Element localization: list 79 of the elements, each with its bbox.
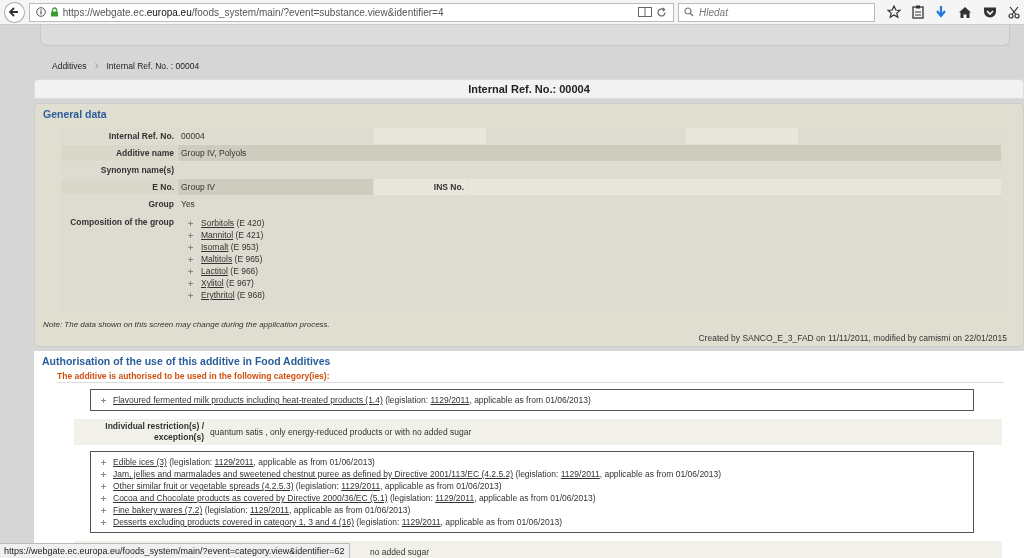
additive-link[interactable]: Sorbitols [201,218,235,228]
bullet-icon [188,244,193,250]
breadcrumb-link[interactable]: Additives [52,61,87,71]
category-link[interactable]: Other similar fruit or vegetable spreads (4.2.5.3) [113,481,294,491]
bullet-icon [188,268,193,274]
breadcrumb-current: Internal Ref. No. : 00004 [106,61,200,71]
category-item: Cocoa and Chocolate products as covered by Directive 2000/36/EC (5.1) (legislation: 1129/2011, applicable as from 01/06/2013) [113,493,596,503]
category-link[interactable]: Flavoured fermented milk products including heat-treated products (1.4) [113,395,383,405]
home-icon[interactable] [958,5,972,19]
category-link[interactable]: Jam, jellies and marmalades and sweetened chestnut puree as defined by Directive 2001/113/EC (4.2.5.2) [113,469,514,479]
category-link[interactable]: Desserts excluding products covered in category 1, 3 and 4 (16) [113,517,354,527]
category-link[interactable]: Cocoa and Chocolate products as covered by Directive 2000/36/EC (5.1) [113,493,388,503]
back-button[interactable] [4,1,25,23]
additive-link[interactable]: Isomalt [201,242,229,252]
field-label: E No. [61,179,177,195]
restriction-text: no added sugar [369,547,430,557]
restriction-label: Individual restriction(s) / exception(s) [104,421,205,443]
search-icon [684,7,694,17]
bullet-icon [188,256,193,262]
additive-item: Sorbitols (E 420) [201,218,265,228]
additive-item: Mannitol (E 421) [201,230,264,240]
field-label: Additive name [61,145,177,161]
legislation-link[interactable]: 1129/2011 [214,457,254,467]
bullet-icon [188,220,193,226]
status-url: https://webgate.ec.europa.eu/foods_system/main/?event=category.view&identifier=62 [0,543,350,558]
additive-item: Maltitols (E 965) [201,254,263,264]
bullet-icon [101,483,106,489]
additive-item: Lactitol (E 966) [201,266,259,276]
download-icon[interactable] [935,5,947,19]
additive-link[interactable]: Xylitol [201,278,224,288]
restriction-text: quantum satis , only energy-reduced products or with no added sugar [209,427,472,437]
page-title: Internal Ref. No.: 00004 [34,79,1024,99]
additive-item: Erythritol (E 968) [201,290,265,300]
bullet-icon [101,495,106,501]
lock-icon [49,7,59,17]
pocket-icon[interactable] [983,5,997,19]
info-icon [35,7,46,17]
section-subtitle: The additive is authorised to be used in the following category(ies): [57,371,1004,383]
reload-icon[interactable] [656,6,667,18]
back-arrow-icon [8,6,21,18]
category-item: Fine bakery wares (7.2) (legislation: 1129/2011, applicable as from 01/06/2013) [113,505,411,515]
field-label: INS No. [374,179,467,195]
bullet-icon [188,232,193,238]
created-info: Created by SANCO_E_3_FAD on 11/11/2011, modified by camismi on 22/01/2015 [697,333,1007,343]
search-field[interactable]: Hledat [678,2,875,22]
legislation-link[interactable]: 1129/2011 [560,469,600,479]
scissors-icon[interactable] [1008,5,1020,19]
bullet-icon [101,519,106,525]
bullet-icon [101,397,106,403]
additive-item: Xylitol (E 967) [201,278,254,288]
field-value: Group IV, Polyols [178,145,1001,161]
category-item: Other similar fruit or vegetable spreads (4.2.5.3) (legislation: 1129/2011, applicable as from 01/06/2013) [113,481,502,491]
category-item: Jam, jellies and marmalades and sweetened chestnut puree as defined by Directive 2001/113/EC (4.2.5.2) (legislation: 1129/2011, applicable as from 01/06/2013) [113,469,722,479]
section-title: Authorisation of the use of this additive in Food Additives [42,355,332,369]
address-bar[interactable]: https://webgate.ec.europa.eu/foods_system/main/?event=substance.view&identifier=4 [28,2,674,22]
bullet-icon [101,507,106,513]
bullet-icon [188,280,193,286]
additive-link[interactable]: Lactitol [201,266,228,276]
chevron-icon [94,63,99,69]
clipboard-icon[interactable] [912,5,924,19]
category-item: Edible ices (3) (legislation: 1129/2011, applicable as from 01/06/2013) [113,457,375,467]
reader-view-icon[interactable] [638,7,652,17]
star-icon[interactable] [887,5,901,19]
category-item: Flavoured fermented milk products including heat-treated products (1.4) (legislation: 1129/2011, applicable as from 01/06/2013) [113,395,591,405]
additive-link[interactable]: Mannitol [201,230,234,240]
url-text: https://webgate.ec.europa.eu/foods_system/main/?event=substance.view&identifier=4 [62,6,445,18]
additive-item: Isomalt (E 953) [201,242,259,252]
field-value: Group IV [178,179,373,195]
bullet-icon [101,471,106,477]
category-link[interactable]: Fine bakery wares (7.2) [113,505,203,515]
category-item: Desserts excluding products covered in category 1, 3 and 4 (16) (legislation: 1129/2011, applicable as from 01/06/2013) [113,517,563,527]
note-text: Note: The data shown on this screen may change during the application process. [43,320,331,329]
category-link[interactable]: Edible ices (3) [113,457,167,467]
legislation-link[interactable]: 1129/2011 [250,505,289,515]
section-title: General data [43,108,108,122]
bullet-icon [188,292,193,298]
additive-link[interactable]: Maltitols [201,254,233,264]
bullet-icon [101,459,106,465]
additive-link[interactable]: Erythritol [201,290,235,300]
